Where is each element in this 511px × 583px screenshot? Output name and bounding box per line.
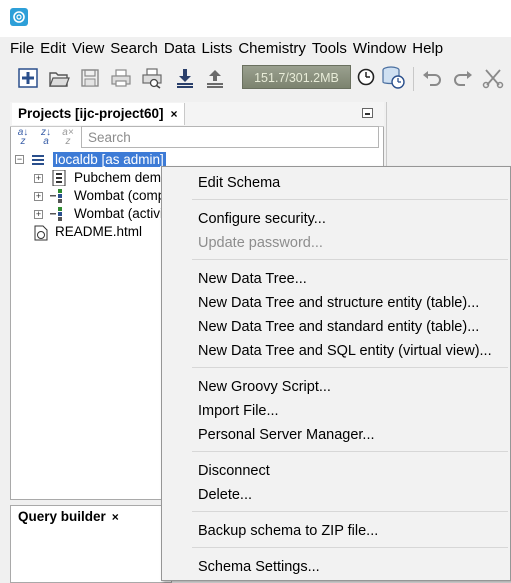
search-input[interactable] — [81, 126, 379, 148]
menu-item-backup-schema[interactable]: Backup schema to ZIP file... — [198, 521, 378, 541]
new-icon[interactable] — [17, 67, 39, 89]
tree-item[interactable]: Pubchem demo — [74, 169, 169, 187]
sort-ascending-icon[interactable]: a↓ z — [14, 128, 32, 147]
menu-separator — [192, 511, 508, 512]
menu-edit[interactable]: Edit — [40, 37, 66, 61]
menu-separator — [192, 451, 508, 452]
collapse-toggle[interactable]: − — [15, 155, 24, 164]
title-bar — [0, 0, 511, 37]
menu-item-personal-server-manager[interactable]: Personal Server Manager... — [198, 425, 375, 445]
menu-item-update-password: Update password... — [198, 235, 323, 251]
close-icon[interactable]: × — [171, 107, 178, 121]
menu-tools[interactable]: Tools — [312, 37, 347, 61]
memory-usage-indicator[interactable]: 151.7/301.2MB — [242, 65, 351, 89]
menu-window[interactable]: Window — [353, 37, 406, 61]
menu-item-new-groovy-script[interactable]: New Groovy Script... — [198, 377, 331, 397]
tab-query-builder-label: Query builder — [18, 509, 106, 524]
menu-item-delete[interactable]: Delete... — [198, 485, 252, 505]
tree-root-label: localdb [as admin] — [53, 152, 166, 167]
menu-item-disconnect[interactable]: Disconnect — [198, 461, 270, 481]
close-icon[interactable]: × — [112, 510, 119, 524]
menu-item-edit-schema[interactable]: Edit Schema — [198, 173, 280, 193]
menu-separator — [192, 367, 508, 368]
menu-chemistry[interactable]: Chemistry — [238, 37, 306, 61]
tree-item[interactable]: Wombat (activit — [74, 205, 167, 223]
menu-help[interactable]: Help — [412, 37, 443, 61]
menu-data[interactable]: Data — [164, 37, 196, 61]
menu-separator — [192, 547, 508, 548]
menu-separator — [192, 199, 508, 200]
menu-bar: File Edit View Search Data Lists Chemist… — [0, 37, 511, 61]
menu-item-new-data-tree-sql[interactable]: New Data Tree and SQL entity (virtual vi… — [198, 341, 492, 361]
expand-toggle[interactable]: + — [34, 210, 43, 219]
redo-icon[interactable] — [452, 67, 474, 89]
datatree-icon — [52, 170, 66, 186]
expand-toggle[interactable]: + — [34, 192, 43, 201]
html-file-icon — [34, 225, 48, 241]
sort-clear-icon[interactable]: a× z — [59, 128, 77, 147]
open-folder-icon[interactable] — [48, 67, 70, 89]
app-logo-icon — [10, 8, 28, 26]
export-icon[interactable] — [204, 67, 226, 89]
tree-root[interactable]: localdb [as admin] — [53, 151, 166, 169]
tab-query-builder[interactable]: Query builder × — [12, 506, 125, 528]
tab-projects-label: Projects [ijc-project60] — [18, 106, 164, 121]
menu-item-new-data-tree[interactable]: New Data Tree... — [198, 269, 307, 289]
menu-item-new-data-tree-structure[interactable]: New Data Tree and structure entity (tabl… — [198, 293, 479, 313]
print-preview-icon[interactable] — [141, 67, 163, 89]
datatree-icon — [50, 189, 62, 203]
datatree-icon — [50, 207, 62, 221]
menu-item-new-data-tree-standard[interactable]: New Data Tree and standard entity (table… — [198, 317, 479, 337]
sort-descending-icon[interactable]: z↓ a — [37, 128, 55, 147]
cut-icon[interactable] — [482, 67, 504, 89]
undo-icon[interactable] — [421, 67, 443, 89]
schema-node-icon — [32, 155, 44, 165]
context-menu: Edit Schema Configure security... Update… — [161, 166, 511, 581]
gc-icon[interactable] — [356, 67, 376, 87]
tree-item[interactable]: README.html — [55, 223, 142, 241]
menu-item-configure-security[interactable]: Configure security... — [198, 209, 326, 229]
expand-toggle[interactable]: + — [34, 174, 43, 183]
import-icon[interactable] — [174, 67, 196, 89]
menu-item-schema-settings[interactable]: Schema Settings... — [198, 557, 320, 577]
save-icon[interactable] — [79, 67, 101, 89]
schema-icon[interactable] — [380, 64, 406, 90]
minimize-icon[interactable] — [362, 108, 373, 118]
toolbar-separator — [413, 67, 414, 91]
menu-lists[interactable]: Lists — [202, 37, 233, 61]
menu-file[interactable]: File — [10, 37, 34, 61]
menu-separator — [192, 259, 508, 260]
tree-item[interactable]: Wombat (comp — [74, 187, 165, 205]
tab-projects[interactable]: Projects [ijc-project60] × — [12, 103, 185, 125]
print-icon[interactable] — [110, 67, 132, 89]
menu-view[interactable]: View — [72, 37, 104, 61]
menu-search[interactable]: Search — [110, 37, 158, 61]
menu-item-import-file[interactable]: Import File... — [198, 401, 279, 421]
